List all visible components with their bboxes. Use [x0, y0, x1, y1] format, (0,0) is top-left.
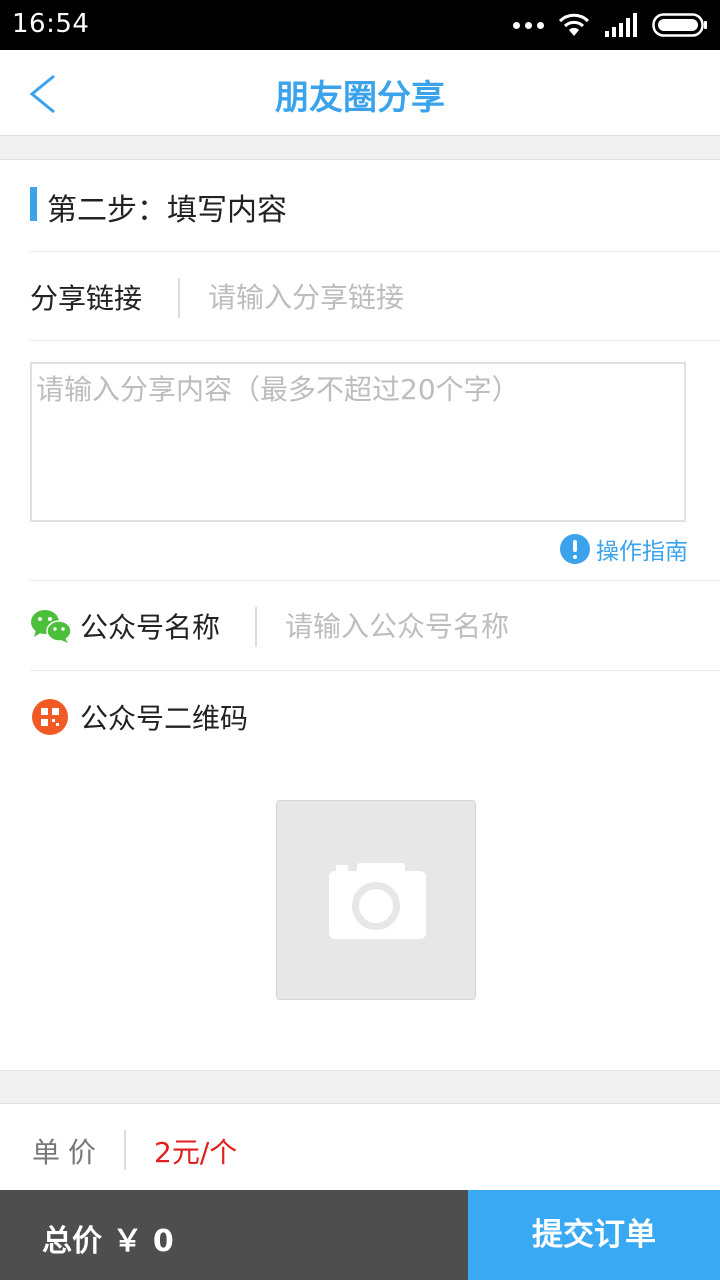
step-accent-bar [30, 187, 37, 221]
operation-guide-link[interactable]: 操作指南 [560, 532, 688, 566]
qr-code-row: 公众号二维码 [30, 672, 720, 762]
section-divider [0, 1070, 720, 1104]
wechat-icon [31, 610, 72, 643]
unit-price-value: 2元/个 [154, 1136, 238, 1169]
page-title: 朋友圈分享 [275, 78, 445, 118]
status-icons [513, 10, 708, 40]
field-separator [124, 1130, 126, 1170]
step-heading: 第二步：填写内容 [30, 160, 720, 252]
share-content-textarea[interactable] [30, 362, 686, 522]
field-separator [178, 278, 180, 318]
account-name-row: 公众号名称 [30, 581, 720, 671]
qr-code-upload-button[interactable] [276, 800, 476, 1000]
total-price-panel: 总价 ￥ 0 [0, 1190, 468, 1280]
total-price-label: 总价 ￥ 0 [42, 1224, 174, 1259]
share-link-input[interactable] [208, 270, 708, 324]
more-dots-icon [513, 21, 544, 29]
unit-price-row: 单价 2元/个 [0, 1104, 720, 1190]
share-link-label: 分享链接 [30, 282, 143, 315]
battery-icon [652, 13, 707, 37]
account-name-label: 公众号名称 [80, 611, 221, 644]
qr-code-label: 公众号二维码 [80, 702, 249, 735]
signal-icon [605, 13, 637, 37]
unit-price-label: 单价 [32, 1136, 105, 1169]
submit-order-button[interactable]: 提交订单 [468, 1190, 720, 1280]
wifi-icon [558, 13, 590, 36]
bottom-bar: 总价 ￥ 0 提交订单 [0, 1190, 720, 1280]
nav-bar: 朋友圈分享 [0, 50, 720, 136]
account-name-input[interactable] [285, 599, 705, 653]
qr-code-icon [32, 699, 68, 735]
status-bar: 16:54 [0, 0, 720, 50]
camera-icon [329, 863, 426, 939]
step-title: 第二步：填写内容 [47, 193, 287, 228]
section-divider [0, 136, 720, 160]
operation-guide-label: 操作指南 [596, 539, 688, 565]
share-link-row: 分享链接 [30, 252, 720, 341]
status-time: 16:54 [12, 9, 90, 39]
info-icon [560, 534, 590, 564]
page: 16:54 朋友圈分享 第二步：填写内容 分享链接 请输入分享链接 请输入分享内… [0, 0, 720, 1280]
field-separator [255, 607, 257, 647]
